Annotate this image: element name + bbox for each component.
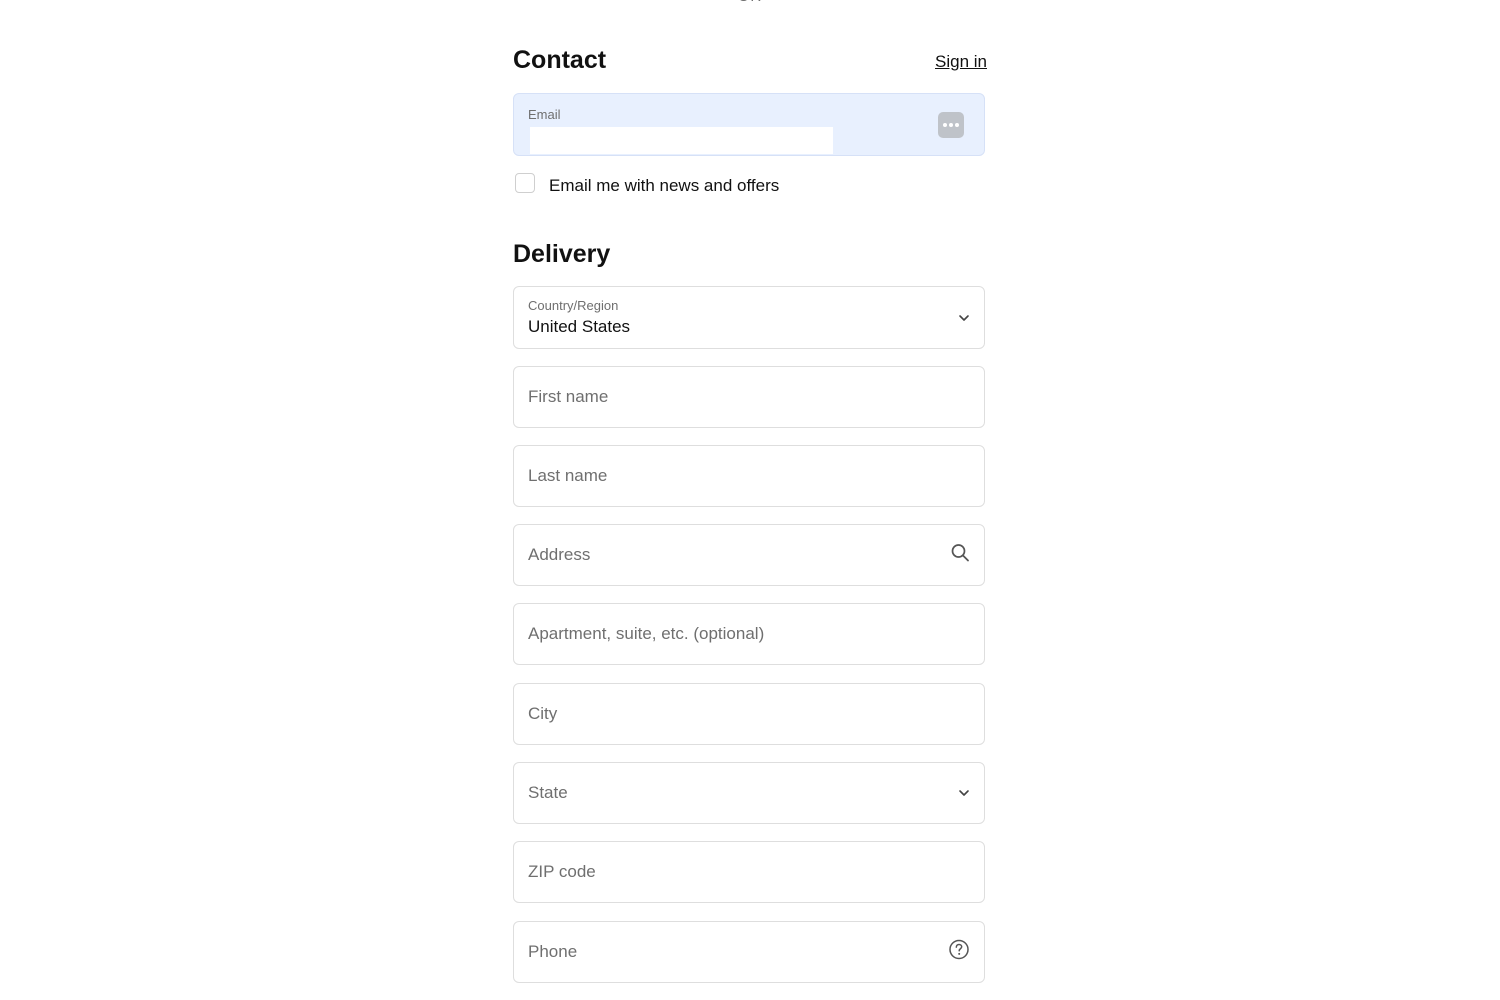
address-field[interactable]: Address	[513, 524, 985, 586]
or-divider-text: OR	[513, 0, 987, 5]
sign-in-link[interactable]: Sign in	[935, 52, 987, 72]
first-name-field[interactable]: First name	[513, 366, 985, 428]
search-icon	[950, 543, 970, 568]
country-label: Country/Region	[528, 298, 619, 313]
help-circle-icon[interactable]	[948, 939, 970, 966]
contact-heading: Contact	[513, 46, 607, 74]
first-name-placeholder: First name	[528, 387, 609, 406]
state-select[interactable]: State	[513, 762, 985, 824]
last-name-field[interactable]: Last name	[513, 445, 985, 507]
apartment-placeholder: Apartment, suite, etc. (optional)	[528, 624, 765, 643]
password-autofill-icon[interactable]	[938, 112, 964, 138]
delivery-heading: Delivery	[513, 240, 611, 268]
state-placeholder: State	[528, 783, 568, 802]
zip-code-placeholder: ZIP code	[528, 862, 596, 881]
city-placeholder: City	[528, 704, 558, 723]
phone-field[interactable]: Phone	[513, 921, 985, 983]
or-divider: OR	[513, 0, 987, 10]
email-input[interactable]	[530, 127, 833, 154]
address-placeholder: Address	[528, 545, 591, 564]
country-value: United States	[528, 317, 631, 336]
apartment-field[interactable]: Apartment, suite, etc. (optional)	[513, 603, 985, 665]
phone-placeholder: Phone	[528, 942, 578, 961]
email-label: Email	[528, 107, 561, 122]
last-name-placeholder: Last name	[528, 466, 608, 485]
email-field[interactable]: Email	[513, 93, 985, 156]
city-field[interactable]: City	[513, 683, 985, 745]
zip-code-field[interactable]: ZIP code	[513, 841, 985, 903]
chevron-down-icon	[958, 784, 970, 802]
newsletter-label: Email me with news and offers	[549, 176, 780, 195]
country-select[interactable]: Country/Region United States	[513, 286, 985, 349]
chevron-down-icon	[958, 309, 970, 327]
newsletter-checkbox[interactable]	[515, 173, 535, 193]
